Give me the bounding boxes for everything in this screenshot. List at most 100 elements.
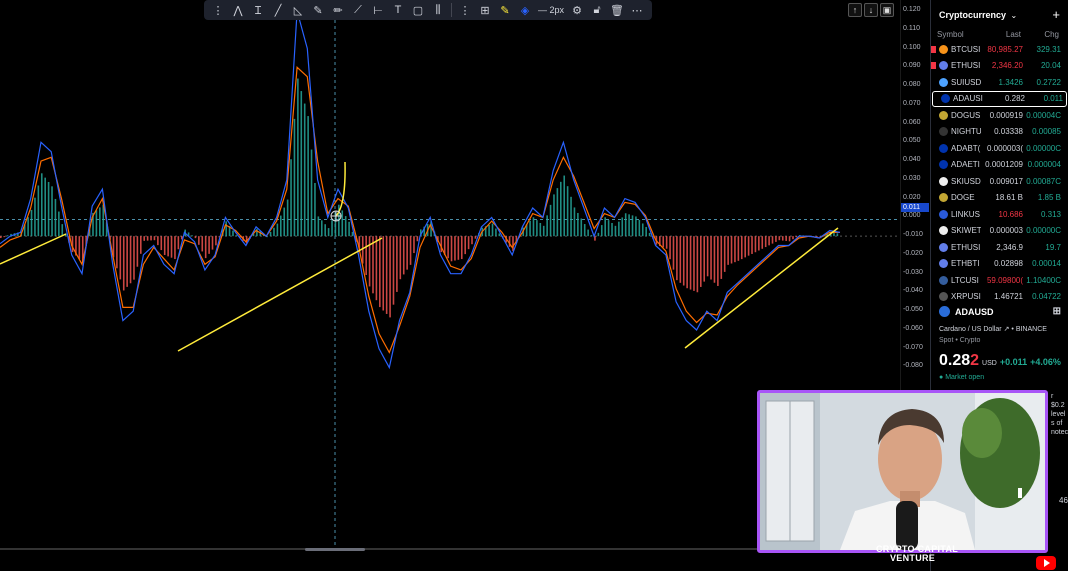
histogram-bar [225, 221, 227, 237]
watchlist-row[interactable]: DOGE 18.61 B 1.85 B [931, 190, 1068, 207]
details-symbol: ADAUSD [955, 306, 994, 317]
price-axis-tick: -0.020 [903, 249, 923, 257]
row-chg: 0.011 [1043, 94, 1063, 104]
candles-icon[interactable]: ⫼ [428, 1, 448, 19]
watchlist-row[interactable]: LTCUSI 59.09800(1.10400C [931, 272, 1068, 289]
histogram-bar [771, 236, 774, 244]
coin-icon [939, 77, 948, 87]
flag-icon[interactable] [931, 45, 936, 53]
row-symbol: LINKUS [951, 209, 980, 219]
trend-line-icon[interactable]: ╱ [268, 1, 288, 19]
row-last: 2,346.20 [991, 61, 1023, 71]
toolbar-divider [451, 3, 452, 17]
triangle-ruler-icon[interactable]: ◺ [288, 1, 308, 19]
youtube-logo-icon[interactable] [1036, 556, 1056, 570]
watchlist-row[interactable]: ADABT(0.000003(0.00000C [931, 140, 1068, 157]
details-header: ADAUSD ⊞ [931, 300, 1068, 323]
grid-icon[interactable]: ⊞ [1053, 306, 1061, 317]
settings-gear-icon[interactable]: ⚙ [567, 1, 587, 19]
histogram-bar [167, 236, 169, 257]
lock-icon[interactable]: 🔓︎ [587, 1, 607, 19]
fill-color-icon[interactable]: ◈ [515, 1, 535, 19]
price-axis-tick: -0.010 [903, 231, 923, 238]
template-icon[interactable]: ⊞ [475, 1, 495, 19]
chart-patterns-icon[interactable]: ⋀ [228, 1, 248, 19]
histogram-bar [406, 236, 408, 270]
price-axis-tick: 0.030 [903, 174, 921, 182]
watchlist-row[interactable]: SUIUSD 1.3426 0.2722 [931, 74, 1068, 91]
watchlist-row[interactable]: ADAUSI 0.282 0.011 [932, 90, 1067, 107]
histogram-bar [116, 236, 118, 269]
col-symbol[interactable]: Symbol [937, 30, 979, 39]
line-width-selector[interactable]: — 2px [535, 5, 567, 15]
drag-handle-icon[interactable]: ⋮ [455, 1, 475, 19]
drag-handle-icon[interactable]: ⋮ [208, 1, 228, 19]
histogram-bar [344, 216, 347, 237]
histogram-bar [464, 236, 466, 255]
brush-icon[interactable]: ✎ [308, 1, 328, 19]
details-name-row: Cardano / US Dollar ↗ • BINANCE [931, 323, 1068, 335]
watchlist-row[interactable]: SKIUSD 0.009017 0.00087C [931, 173, 1068, 190]
row-symbol: LTCUSI [951, 275, 979, 285]
price-axis-tick: -0.080 [903, 362, 923, 370]
watchlist-row[interactable]: ETHUSI 2,346.20 20.04 [931, 58, 1068, 75]
histogram-bar [747, 236, 750, 256]
watchlist-row[interactable]: ETHBTI 0.02898 0.00014 [931, 256, 1068, 273]
flag-icon[interactable] [931, 62, 936, 70]
histogram-bar [382, 236, 385, 311]
watchlist-selector[interactable]: Cryptocurrency ⌄ [939, 5, 1017, 23]
row-last: 0.282 [1004, 94, 1025, 104]
histogram-bar [604, 217, 606, 237]
histogram-bar [402, 236, 405, 275]
ray-icon[interactable]: ⟋ [348, 1, 368, 19]
watchlist-row[interactable]: ETHUSI 2,346.9 19.7 [931, 239, 1068, 256]
text-cursor-icon[interactable]: Ɪ [248, 1, 268, 19]
histogram-bar [37, 185, 40, 237]
col-last[interactable]: Last [979, 30, 1021, 39]
histogram-bar [460, 236, 463, 260]
price-axis-tick: -0.060 [903, 324, 923, 332]
details-exchange[interactable]: BINANCE [1016, 326, 1047, 333]
histogram-bar [495, 228, 497, 237]
text-tool-icon[interactable]: T [388, 1, 408, 19]
chart-controls: ↑ ↓ ▣ [848, 3, 894, 17]
watchlist-column-headers: Symbol Last Chg [931, 28, 1068, 41]
trash-icon[interactable]: 🗑︎ [607, 1, 627, 19]
watchlist-row[interactable]: LINKUS 10.686 0.313 [931, 206, 1068, 223]
histogram-bar [58, 211, 60, 237]
histogram-bar [0, 236, 2, 239]
histogram-bar [327, 228, 330, 237]
watchlist-row[interactable]: NIGHTU 0.03338 0.00085 [931, 124, 1068, 141]
watchlist-row[interactable]: DOGUS 0.000919 0.00004C [931, 107, 1068, 124]
histogram-bar [47, 181, 50, 237]
histogram-bar [297, 78, 299, 237]
watchlist-row[interactable]: ADAETI 0.0001209 0.000004 [931, 157, 1068, 174]
more-options-icon[interactable]: ⋯ [627, 1, 647, 19]
histogram-bar [341, 210, 344, 237]
row-chg: 0.313 [1040, 209, 1061, 219]
histogram-bar [600, 225, 603, 237]
time-scale-scrollbar[interactable] [305, 548, 365, 551]
histogram-bar [320, 220, 323, 237]
watchlist-row[interactable]: SKIWET 0.000003 0.00000C [931, 223, 1068, 240]
external-link-icon[interactable]: ↗ • [1004, 326, 1016, 333]
scroll-down-icon[interactable]: ↓ [864, 3, 878, 17]
row-last: 2,346.9 [996, 242, 1023, 252]
histogram-bar [286, 199, 289, 237]
line-color-icon[interactable]: ✎ [495, 1, 515, 19]
add-symbol-icon[interactable]: + [1052, 7, 1060, 22]
watchlist-row[interactable]: BTCUSI 80,985.27 329.31 [931, 41, 1068, 58]
pencil-icon[interactable]: ✏ [328, 1, 348, 19]
measure-icon[interactable]: ⊢ [368, 1, 388, 19]
histogram-bar [754, 236, 757, 253]
histogram-bar [191, 235, 193, 237]
maximize-icon[interactable]: ▣ [880, 3, 894, 17]
price-axis-tick: 0.090 [903, 62, 921, 70]
rectangle-icon[interactable]: ▢ [408, 1, 428, 19]
histogram-bar [136, 236, 139, 267]
scroll-up-icon[interactable]: ↑ [848, 3, 862, 17]
row-chg: 0.00000C [1026, 143, 1061, 153]
histogram-bar [638, 219, 641, 237]
col-chg[interactable]: Chg [1021, 30, 1059, 39]
histogram-bar [170, 236, 173, 258]
